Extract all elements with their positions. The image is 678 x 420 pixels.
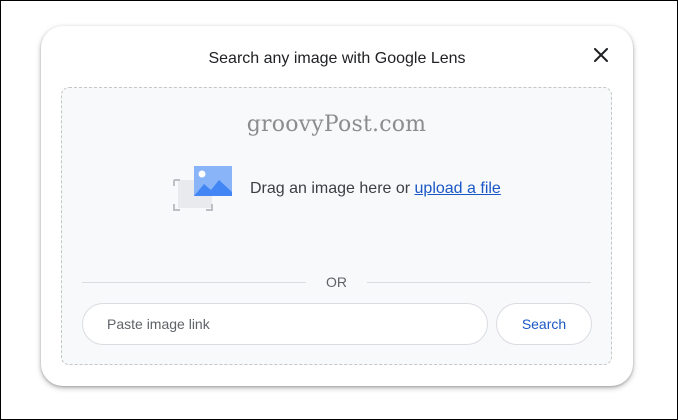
or-divider: OR	[82, 272, 591, 292]
search-button[interactable]: Search	[496, 303, 592, 345]
upload-file-link[interactable]: upload a file	[415, 180, 501, 197]
or-label: OR	[326, 274, 347, 290]
drop-instructions: Drag an image here or upload a file	[172, 165, 501, 213]
divider-line-left	[82, 281, 306, 283]
image-link-input[interactable]	[82, 303, 488, 345]
google-lens-dialog: Search any image with Google Lens groovy…	[41, 26, 633, 386]
divider-line-right	[367, 281, 591, 283]
close-icon	[594, 48, 608, 62]
watermark-text: groovyPost.com	[246, 112, 427, 137]
dialog-title: Search any image with Google Lens	[208, 50, 466, 67]
image-upload-icon	[172, 166, 232, 212]
close-button[interactable]	[589, 43, 613, 67]
image-drop-zone[interactable]: groovyPost.com Drag an image here or upl…	[61, 87, 612, 365]
drag-text: Drag an image here or upload a file	[250, 180, 501, 198]
drag-instruction: Drag an image here or	[250, 180, 415, 197]
